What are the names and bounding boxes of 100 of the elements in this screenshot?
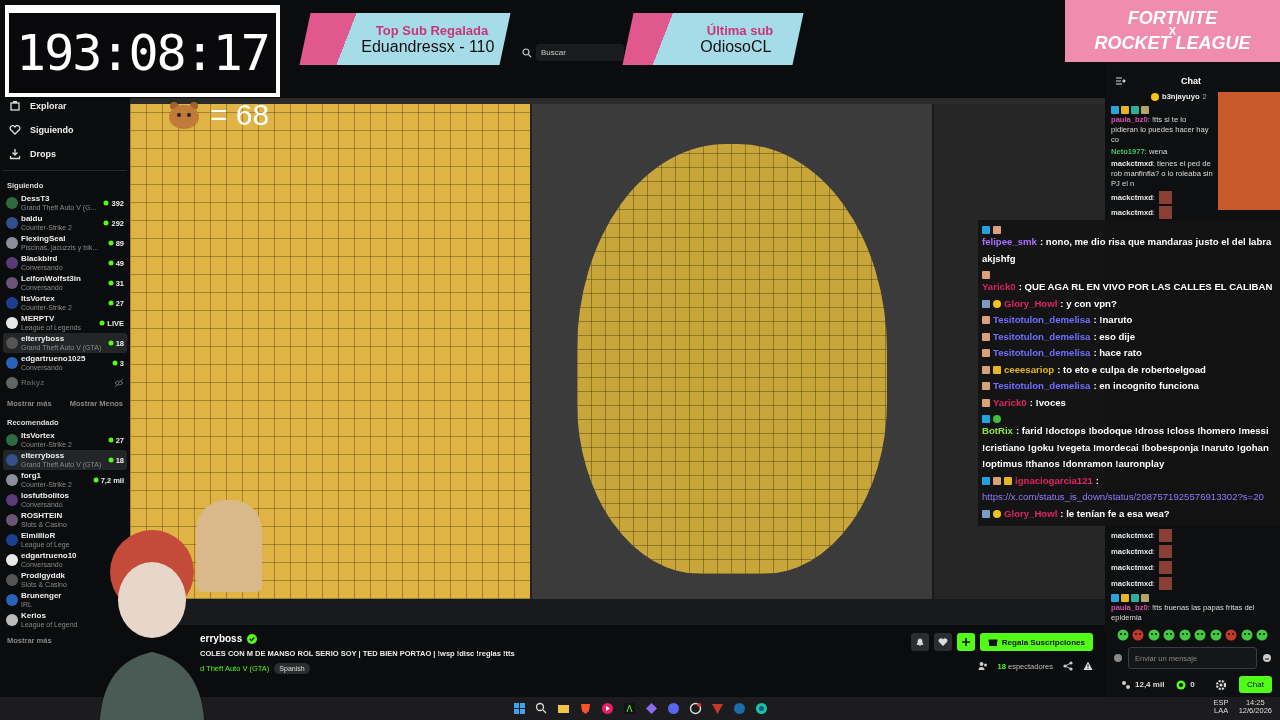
emote-icon[interactable] [1194, 629, 1207, 641]
coin-icon [1151, 92, 1159, 101]
chat-message: Yarick0 : !voces [993, 395, 1066, 410]
chat-message: Tesitotulon_demelisa : en incognito funciona [993, 379, 1199, 393]
plus-icon [960, 637, 971, 647]
follower-count: 12,4 mil [1135, 680, 1165, 689]
heart-icon [9, 124, 21, 136]
eye-off-icon [114, 378, 124, 388]
follow-button[interactable] [933, 633, 952, 651]
chat-message: Tesitotulon_demelisa : hace rato [993, 346, 1142, 360]
avatar [6, 357, 18, 369]
live-dot-icon [107, 240, 114, 246]
live-dot-icon [99, 320, 106, 326]
live-dot-icon [107, 457, 114, 463]
channel-name: Rakyz [21, 378, 46, 388]
avatar [6, 554, 18, 566]
live-dot-icon [107, 300, 114, 306]
gift-icon [987, 637, 998, 647]
search-icon[interactable] [534, 702, 548, 715]
avatar [6, 197, 18, 209]
chat-message: ceeesariop : to eto e culpa de robertoelgoad [1004, 362, 1206, 377]
chat-title: Chat [1181, 76, 1201, 86]
channel-name: ROSHTEIN [21, 510, 64, 521]
chat-message: Tesitotulon_demelisa : eso dije [993, 329, 1135, 344]
emote-icon[interactable] [1163, 629, 1176, 641]
emote-icon[interactable] [1147, 629, 1160, 641]
bear-icon [166, 100, 202, 130]
collapse-icon[interactable] [1115, 76, 1126, 86]
channel-name: Prodigyddk [21, 570, 66, 581]
channel-name: Brunenger [21, 590, 62, 601]
stream-timer: 193:08:17 [5, 5, 280, 97]
emote-icon[interactable] [1209, 629, 1222, 641]
emote-icon[interactable] [1255, 629, 1268, 641]
avatar [6, 237, 18, 249]
channel-name: Kerios [21, 610, 47, 621]
nav-link[interactable]: Drops [3, 142, 127, 166]
settings-icon[interactable] [1215, 678, 1228, 691]
live-dot-icon [107, 437, 114, 443]
search-icon [522, 47, 532, 58]
live-dot-icon [107, 280, 114, 286]
channel-name: Blackbird [21, 253, 59, 264]
subscribe-button[interactable] [956, 633, 975, 651]
chat-link[interactable]: https://x.com/status_is_down/status/2087571925576913302?s=20 [982, 489, 1276, 506]
bell-icon [914, 637, 925, 647]
chat-message: Tesitotulon_demelisa : !naruto [993, 313, 1133, 327]
nav-link[interactable]: Siguiendo [3, 118, 127, 142]
chat-message: felipee_smk : nono, me dio risa que mandaras justo el del labra akjshfg [982, 235, 1273, 266]
avatar [6, 297, 18, 309]
diamond-icon[interactable] [644, 702, 658, 715]
start-icon[interactable] [512, 702, 526, 715]
avatar [6, 614, 18, 626]
live-dot-icon [92, 477, 99, 483]
avatar [6, 377, 18, 389]
chat-message: Yarick0 : QUE AGA RL EN VIVO POR LAS CALLES EL CALIBAN [982, 280, 1273, 294]
emote-counter: = 68 [210, 98, 270, 132]
live-dot-icon [107, 260, 114, 266]
search-field[interactable]: Buscar [536, 44, 624, 61]
emote-icon[interactable] [1117, 629, 1129, 641]
letter-icon[interactable] [622, 702, 636, 715]
avatar [6, 277, 18, 289]
channel-name: DessT3 [21, 193, 51, 204]
chat-message: Glory_Howl : le tenían fe a esa wea? [1004, 506, 1170, 521]
nav-link[interactable]: Explorar [3, 94, 127, 118]
channel-name: ItsVortex [21, 293, 56, 304]
avatar [6, 317, 18, 329]
download-icon [9, 148, 21, 160]
play-icon[interactable] [600, 702, 614, 715]
alert-label: Top Sub Regalada [375, 22, 489, 38]
channel-name: elterryboss [21, 450, 66, 461]
chat-message: BotRix : farid !doctops !bodoque !dross !closs !homero !messi !cristiano !goku !vegeta !mordecai !bobesponja !naruto !gohan !optimus !thanos !donramon !auronplay [982, 424, 1270, 471]
channel-name: erryboss [200, 633, 243, 644]
channel-name: MERPTV [21, 313, 56, 324]
avatar [6, 257, 18, 269]
points-icon [1176, 679, 1187, 690]
channel-name: FlexingSeal [21, 233, 67, 244]
channel-name: edgartrueno1025 [21, 353, 87, 364]
promo-title: FORTNITE [1127, 11, 1218, 26]
channel-name: losfutbolitos [21, 490, 69, 501]
gift-subs-button[interactable]: Regala Suscripciones [979, 633, 1093, 651]
avatar [6, 574, 18, 586]
browser-icon[interactable] [754, 702, 768, 715]
smiley-icon [1262, 653, 1272, 663]
chat-send-button[interactable]: Chat [1239, 676, 1272, 693]
live-dot-icon [111, 360, 118, 366]
points-count: 0 [1190, 680, 1195, 689]
emote-icon[interactable] [1240, 629, 1253, 641]
share-icon[interactable] [1063, 661, 1073, 671]
aperture-icon[interactable] [688, 702, 702, 715]
avatar [6, 434, 18, 446]
channel-name: ElmiilloR [21, 530, 57, 541]
avatar [6, 217, 18, 229]
channel-name: elterryboss [21, 333, 66, 344]
alert-value: Eduandressx - 110 [361, 37, 495, 56]
viewers-icon [977, 661, 988, 671]
emote-icon[interactable] [1178, 629, 1191, 641]
channel-name: edgartrueno10 [21, 550, 77, 561]
notification-button[interactable] [910, 633, 929, 651]
live-dot-icon [103, 220, 110, 226]
folder-icon[interactable] [556, 702, 570, 715]
warning-icon[interactable] [1083, 661, 1093, 671]
